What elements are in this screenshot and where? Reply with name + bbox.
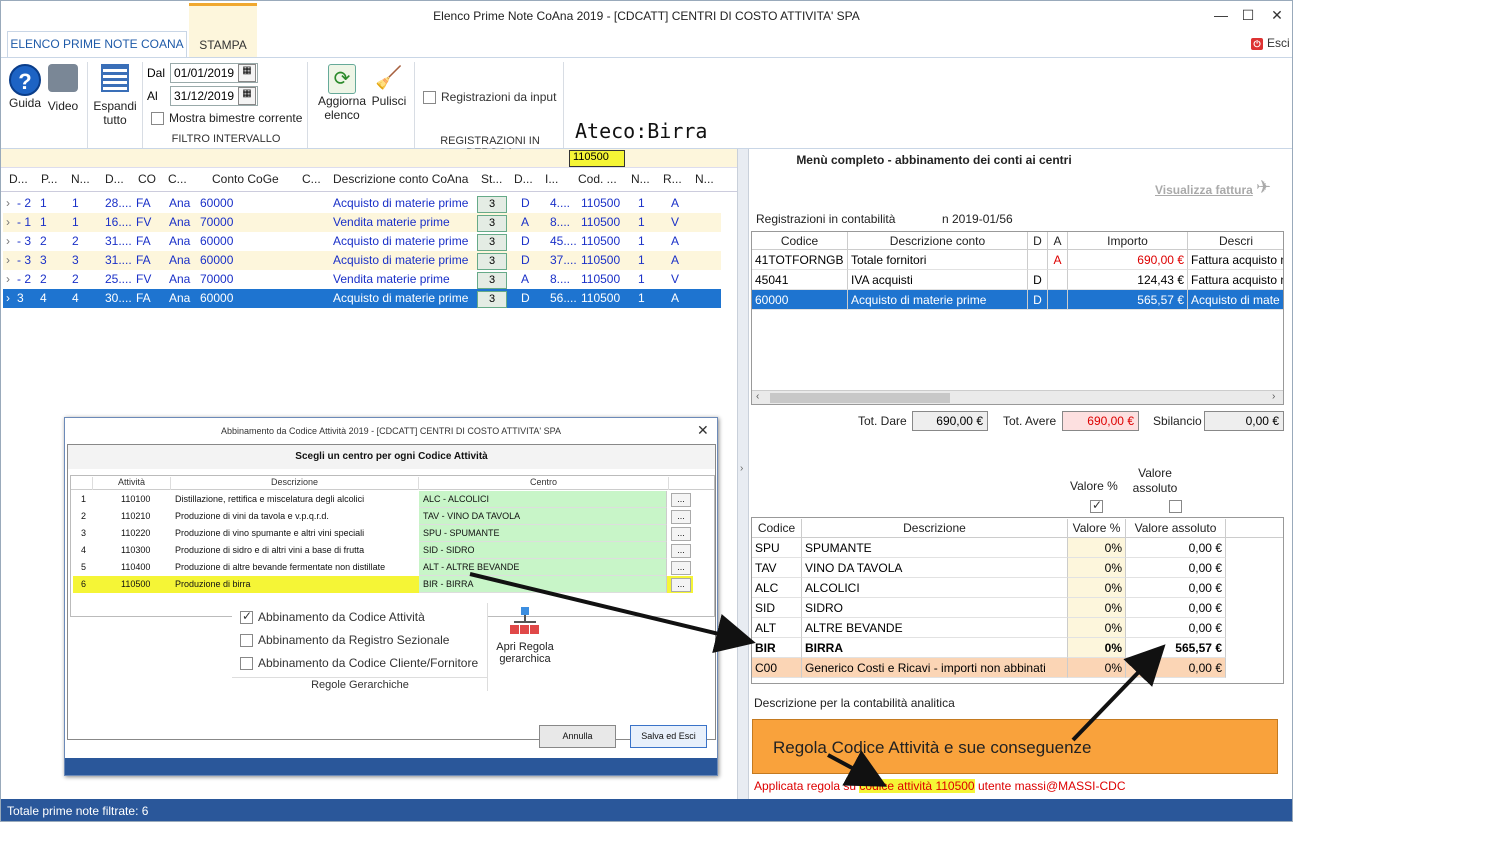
arrow-banner-to-value [1071,644,1166,742]
arrow-banner-to-rule [827,750,888,787]
arrow-dialog-to-birra [469,572,756,653]
annotation-arrows [469,572,1166,787]
